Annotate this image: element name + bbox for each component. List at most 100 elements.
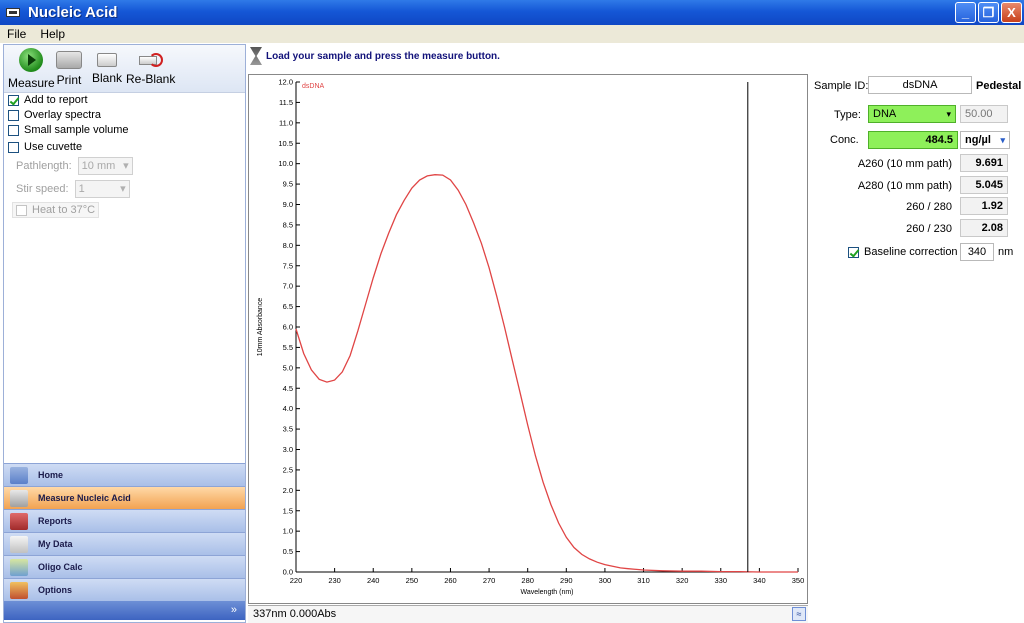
blank-icon [97,53,118,67]
x-tick-label: 270 [483,576,496,585]
type-factor[interactable]: 50.00 [960,105,1008,123]
blank-label: Blank [92,71,123,85]
nav-options-label: Options [38,585,72,595]
small-sample-volume-checkbox[interactable] [8,124,19,136]
nav-oligo-calc[interactable]: Oligo Calc [4,555,245,578]
baseline-nm-input[interactable]: 340 [960,243,994,261]
y-tick-label: 1.5 [283,506,293,515]
nav-reports-label: Reports [38,516,73,526]
a280-label: A280 (10 mm path) [857,180,952,192]
stir-speed-select[interactable]: 1 [74,180,130,198]
blank-button[interactable]: Blank [92,48,122,85]
ratio-260-230-label: 260 / 230 [906,223,952,235]
nav-my-data[interactable]: My Data [4,532,245,555]
y-tick-label: 7.5 [283,261,293,270]
y-tick-label: 8.0 [283,241,293,250]
y-tick-label: 4.5 [283,384,293,393]
toolbar: Measure Print Blank Re-Blank [4,45,245,93]
baseline-unit: nm [998,246,1014,258]
x-tick-label: 310 [637,576,650,585]
type-select[interactable]: DNA ▾ [868,105,956,123]
ratio-260-280-label: 260 / 280 [906,201,952,213]
use-cuvette-checkbox[interactable] [8,141,19,153]
sample-id-input[interactable]: dsDNA [868,76,972,94]
conc-unit-select[interactable]: ng/µl ▾ [960,131,1010,149]
heat-label: Heat to 37°C [32,204,96,216]
y-tick-label: 9.5 [283,180,293,189]
menu-help[interactable]: Help [33,27,72,41]
y-tick-label: 11.0 [279,118,293,127]
y-tick-label: 5.0 [283,363,293,372]
measure-button[interactable]: Measure [8,48,55,90]
y-tick-label: 3.0 [283,445,293,454]
baseline-correction-checkbox[interactable] [848,246,859,258]
chart-frame [248,74,808,604]
y-tick-label: 9.0 [283,200,293,209]
type-label: Type: [834,109,861,121]
x-tick-label: 280 [521,576,534,585]
baseline-correction-option[interactable]: Baseline correction [848,246,958,258]
left-panel: Measure Print Blank Re-Blank Add to repo… [3,44,246,623]
instruction-text: Load your sample and press the measure b… [266,50,500,62]
document-icon [10,535,28,553]
nav-my-data-label: My Data [38,539,73,549]
cursor-readout: 337nm 0.000Abs [253,608,337,620]
nav-panel: Home Measure Nucleic Acid Reports My Dat… [4,463,245,620]
ratio-260-280-value: 1.92 [960,197,1008,215]
use-cuvette-label: Use cuvette [24,141,83,153]
y-tick-label: 4.0 [283,404,293,413]
y-tick-label: 7.0 [283,282,293,291]
play-icon [19,48,44,72]
hourglass-icon [250,47,262,65]
status-bar: 337nm 0.000Abs ≈ [248,605,808,623]
minimize-button[interactable]: _ [955,2,976,23]
add-to-report-checkbox[interactable] [8,94,19,106]
nav-home[interactable]: Home [4,463,245,486]
close-button[interactable]: X [1001,2,1022,23]
small-sample-volume-option[interactable]: Small sample volume [8,124,129,136]
y-tick-label: 6.0 [283,323,293,332]
stir-speed-row: Stir speed: 1 [16,180,130,198]
reblank-icon [138,52,163,68]
print-button[interactable]: Print [56,48,82,87]
x-tick-label: 330 [715,576,728,585]
nav-options[interactable]: Options [4,578,245,601]
overlay-spectra-checkbox[interactable] [8,109,19,121]
spectrum-svg[interactable]: 0.00.51.01.52.02.53.03.54.04.55.05.56.06… [248,74,808,604]
x-tick-label: 340 [753,576,766,585]
pathlength-select[interactable]: 10 mm [77,157,133,175]
x-tick-label: 250 [406,576,419,585]
pathlength-label: Pathlength: [16,160,72,172]
x-axis-label: Wavelength (nm) [520,589,573,596]
type-value: DNA [873,108,897,120]
nav-expand-button[interactable]: » [4,601,245,620]
results-panel: Sample ID: dsDNA Pedestal Type: DNA ▾ 50… [810,74,1024,274]
x-tick-label: 260 [444,576,457,585]
menu-file[interactable]: File [0,27,33,41]
stir-speed-label: Stir speed: [16,183,69,195]
add-to-report-option[interactable]: Add to report [8,94,88,106]
nav-reports[interactable]: Reports [4,509,245,532]
heat-option[interactable]: Heat to 37°C [12,202,100,218]
window-title: Nucleic Acid [28,4,118,21]
y-tick-label: 5.5 [283,343,293,352]
spectrum-chart[interactable]: 0.0 0.5 1.0 1.5 2.0 2.5 3.0 3.5 4.0 4.5 5.0 5.5 6.0 6… [248,74,808,604]
app-icon [6,8,20,17]
conc-label: Conc. [830,134,859,146]
pathlength-row: Pathlength: 10 mm [16,157,133,175]
nav-measure-label: Measure Nucleic Acid [38,493,131,503]
maximize-button[interactable]: ❐ [978,2,999,23]
use-cuvette-option[interactable]: Use cuvette [8,141,82,153]
nav-measure-nucleic-acid[interactable]: Measure Nucleic Acid [4,486,245,509]
overlay-spectra-label: Overlay spectra [24,109,102,121]
y-tick-label: 2.5 [283,465,293,474]
overlay-spectra-option[interactable]: Overlay spectra [8,109,101,121]
y-tick-label: 12.0 [278,78,293,87]
y-tick-label: 0.5 [283,547,293,556]
collapse-button[interactable]: ≈ [792,607,806,621]
heat-checkbox[interactable] [16,204,27,216]
y-tick-label: 8.5 [283,220,293,229]
reblank-button[interactable]: Re-Blank [126,48,175,86]
x-tick-label: 300 [599,576,612,585]
ratio-260-230-value: 2.08 [960,219,1008,237]
